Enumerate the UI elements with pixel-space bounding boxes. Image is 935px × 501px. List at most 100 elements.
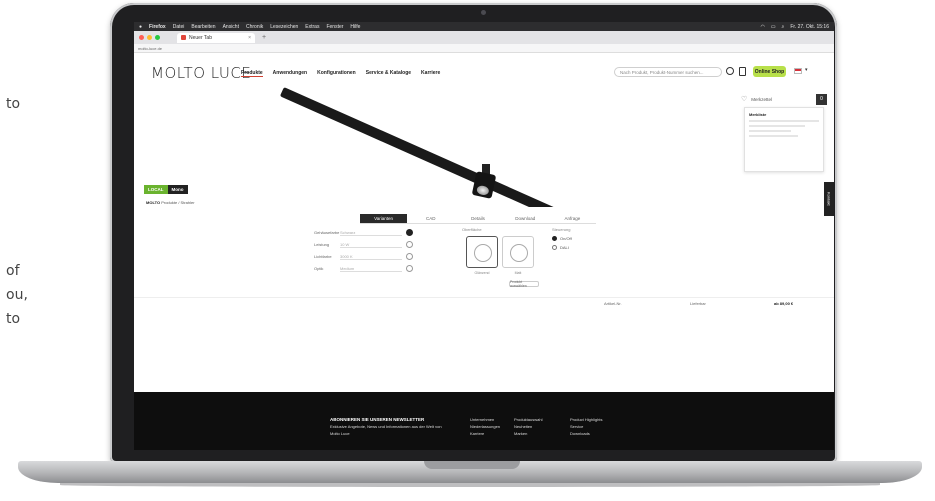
nav-item-products[interactable]: Produkte — [241, 70, 263, 77]
menu-app-name[interactable]: Firefox — [149, 24, 166, 30]
page-text-fragment: to — [6, 311, 21, 327]
wishlist-header[interactable]: ♡ Merkzettel 0 — [741, 92, 827, 106]
config-label: Gehäusefarbe — [314, 230, 340, 235]
contact-side-tab[interactable]: Kontakt — [824, 182, 834, 216]
radio-option[interactable]: DALI — [552, 245, 569, 250]
product-tabs: Varianten CAD Details Download Anfrage — [360, 214, 596, 224]
site-search-input[interactable]: Nach Produkt, Produkt-Nummer suchen... — [614, 67, 722, 77]
nav-item-applications[interactable]: Anwendungen — [273, 70, 307, 77]
finish-option-matte[interactable] — [502, 236, 534, 268]
spotlight-head — [471, 171, 497, 199]
tab-inquiry[interactable]: Anfrage — [549, 214, 596, 223]
finish-option-glossy[interactable] — [466, 236, 498, 268]
config-label: Leistung — [314, 242, 330, 247]
favicon-icon — [181, 35, 186, 40]
config-select[interactable]: 10 W — [340, 242, 402, 248]
tab-download[interactable]: Download — [502, 214, 549, 223]
footer-link[interactable]: Marken — [514, 431, 527, 436]
footer-link[interactable]: Karriere — [470, 431, 484, 436]
info-icon[interactable] — [406, 253, 413, 260]
price: ab 89,00 € — [774, 301, 794, 306]
footer-column: Produktauswahl Neuheiten Marken — [514, 416, 542, 437]
breadcrumb-path[interactable]: Produkte / Strahler — [161, 200, 194, 205]
laptop-shadow — [60, 483, 880, 487]
search-icon[interactable] — [726, 67, 734, 75]
site-logo[interactable]: MOLTO LUCE — [151, 64, 251, 82]
finish-caption: Matt — [514, 271, 522, 275]
page-text-fragment: ou, — [6, 287, 28, 303]
tab-cad[interactable]: CAD — [407, 214, 454, 223]
new-tab-icon[interactable]: + — [262, 34, 266, 41]
wishlist-label: Merkzettel — [751, 96, 773, 102]
nav-item-configurations[interactable]: Konfigurationen — [317, 70, 356, 77]
config-label: Optik — [314, 266, 324, 271]
radio-option[interactable]: On/Off — [552, 236, 572, 241]
main-nav: Produkte Anwendungen Konfigurationen Ser… — [241, 70, 440, 77]
footer-link[interactable]: Downloads — [570, 431, 590, 436]
color-swatch[interactable] — [406, 229, 413, 236]
site-footer: ABONNIEREN SIE UNSEREN NEWSLETTER Exklus… — [134, 392, 834, 450]
footer-link[interactable]: Unternehmen — [470, 417, 494, 422]
placeholder-line — [749, 135, 798, 137]
menu-item[interactable]: Bearbeiten — [191, 24, 215, 30]
laptop-notch — [424, 461, 520, 469]
control-label: Steuerung — [552, 227, 571, 232]
hero-product-image: LOCAL Mono — [134, 87, 834, 207]
nav-item-career[interactable]: Karriere — [421, 70, 440, 77]
maximize-window-icon[interactable] — [155, 35, 160, 40]
breadcrumb-home[interactable]: MOLTO — [146, 200, 160, 205]
footer-link[interactable]: Produktauswahl — [514, 417, 542, 422]
wifi-icon[interactable]: ◠ — [760, 24, 764, 30]
heart-icon[interactable]: ♡ — [741, 95, 747, 103]
nav-item-service[interactable]: Service & Kataloge — [366, 70, 411, 77]
info-icon[interactable] — [406, 265, 413, 272]
chevron-down-icon[interactable]: ▾ — [805, 67, 808, 73]
apple-icon[interactable]: ● — [139, 24, 142, 30]
flag-icon[interactable] — [794, 68, 802, 74]
product-configurator: Gehäusefarbe Schwarz Leistung 10 W Licht… — [314, 227, 644, 297]
config-select[interactable]: Medium — [340, 266, 402, 272]
config-select[interactable]: Schwarz — [340, 230, 402, 236]
footer-column: Product Highlights Service Downloads — [570, 416, 602, 437]
battery-icon[interactable]: ▭ — [771, 24, 776, 30]
stock-status: Lieferbar — [690, 301, 706, 306]
menu-item[interactable]: Hilfe — [350, 24, 360, 30]
minimize-window-icon[interactable] — [147, 35, 152, 40]
article-number: Artikel-Nr. — [604, 301, 622, 306]
url-bar[interactable]: molto-luce.de — [134, 44, 834, 53]
tab-details[interactable]: Details — [454, 214, 501, 223]
menu-item[interactable]: Datei — [173, 24, 185, 30]
site-header: MOLTO LUCE Produkte Anwendungen Konfigur… — [134, 53, 834, 87]
config-select[interactable]: 3000 K — [340, 254, 402, 260]
footer-column: Unternehmen Niederlassungen Karriere — [470, 416, 500, 437]
select-product-button[interactable]: Produkt auswählen — [509, 280, 539, 288]
menu-item[interactable]: Lesezeichen — [270, 24, 298, 30]
menu-item[interactable]: Ansicht — [223, 24, 239, 30]
laptop-screen: ● Firefox Datei Bearbeiten Ansicht Chron… — [134, 22, 834, 450]
online-shop-button[interactable]: Online Shop — [753, 66, 786, 77]
menu-clock[interactable]: Fr. 27. Okt. 15:16 — [790, 24, 829, 30]
footer-link[interactable]: Product Highlights — [570, 417, 602, 422]
browser-tab[interactable]: Neuer Tab × — [177, 32, 255, 43]
config-row: Gehäusefarbe Schwarz — [314, 229, 413, 236]
catalog-icon[interactable] — [739, 67, 746, 76]
track-rail — [279, 87, 623, 207]
menu-item[interactable]: Fenster — [326, 24, 343, 30]
close-window-icon[interactable] — [139, 35, 144, 40]
placeholder-line — [749, 130, 791, 132]
breadcrumb: MOLTO Produkte / Strahler — [146, 200, 195, 205]
camera-icon — [481, 10, 486, 15]
footer-link[interactable]: Neuheiten — [514, 424, 532, 429]
tab-variants[interactable]: Varianten — [360, 214, 408, 223]
page-text-fragment: to — [6, 96, 21, 112]
search-icon[interactable]: ⌕ — [782, 24, 785, 30]
info-icon[interactable] — [406, 241, 413, 248]
close-tab-icon[interactable]: × — [248, 35, 251, 41]
radio-button[interactable] — [552, 245, 557, 250]
radio-button[interactable] — [552, 236, 557, 241]
menu-item[interactable]: Extras — [305, 24, 319, 30]
menu-item[interactable]: Chronik — [246, 24, 263, 30]
radio-label: DALI — [560, 245, 569, 250]
footer-link[interactable]: Niederlassungen — [470, 424, 500, 429]
footer-link[interactable]: Service — [570, 424, 583, 429]
